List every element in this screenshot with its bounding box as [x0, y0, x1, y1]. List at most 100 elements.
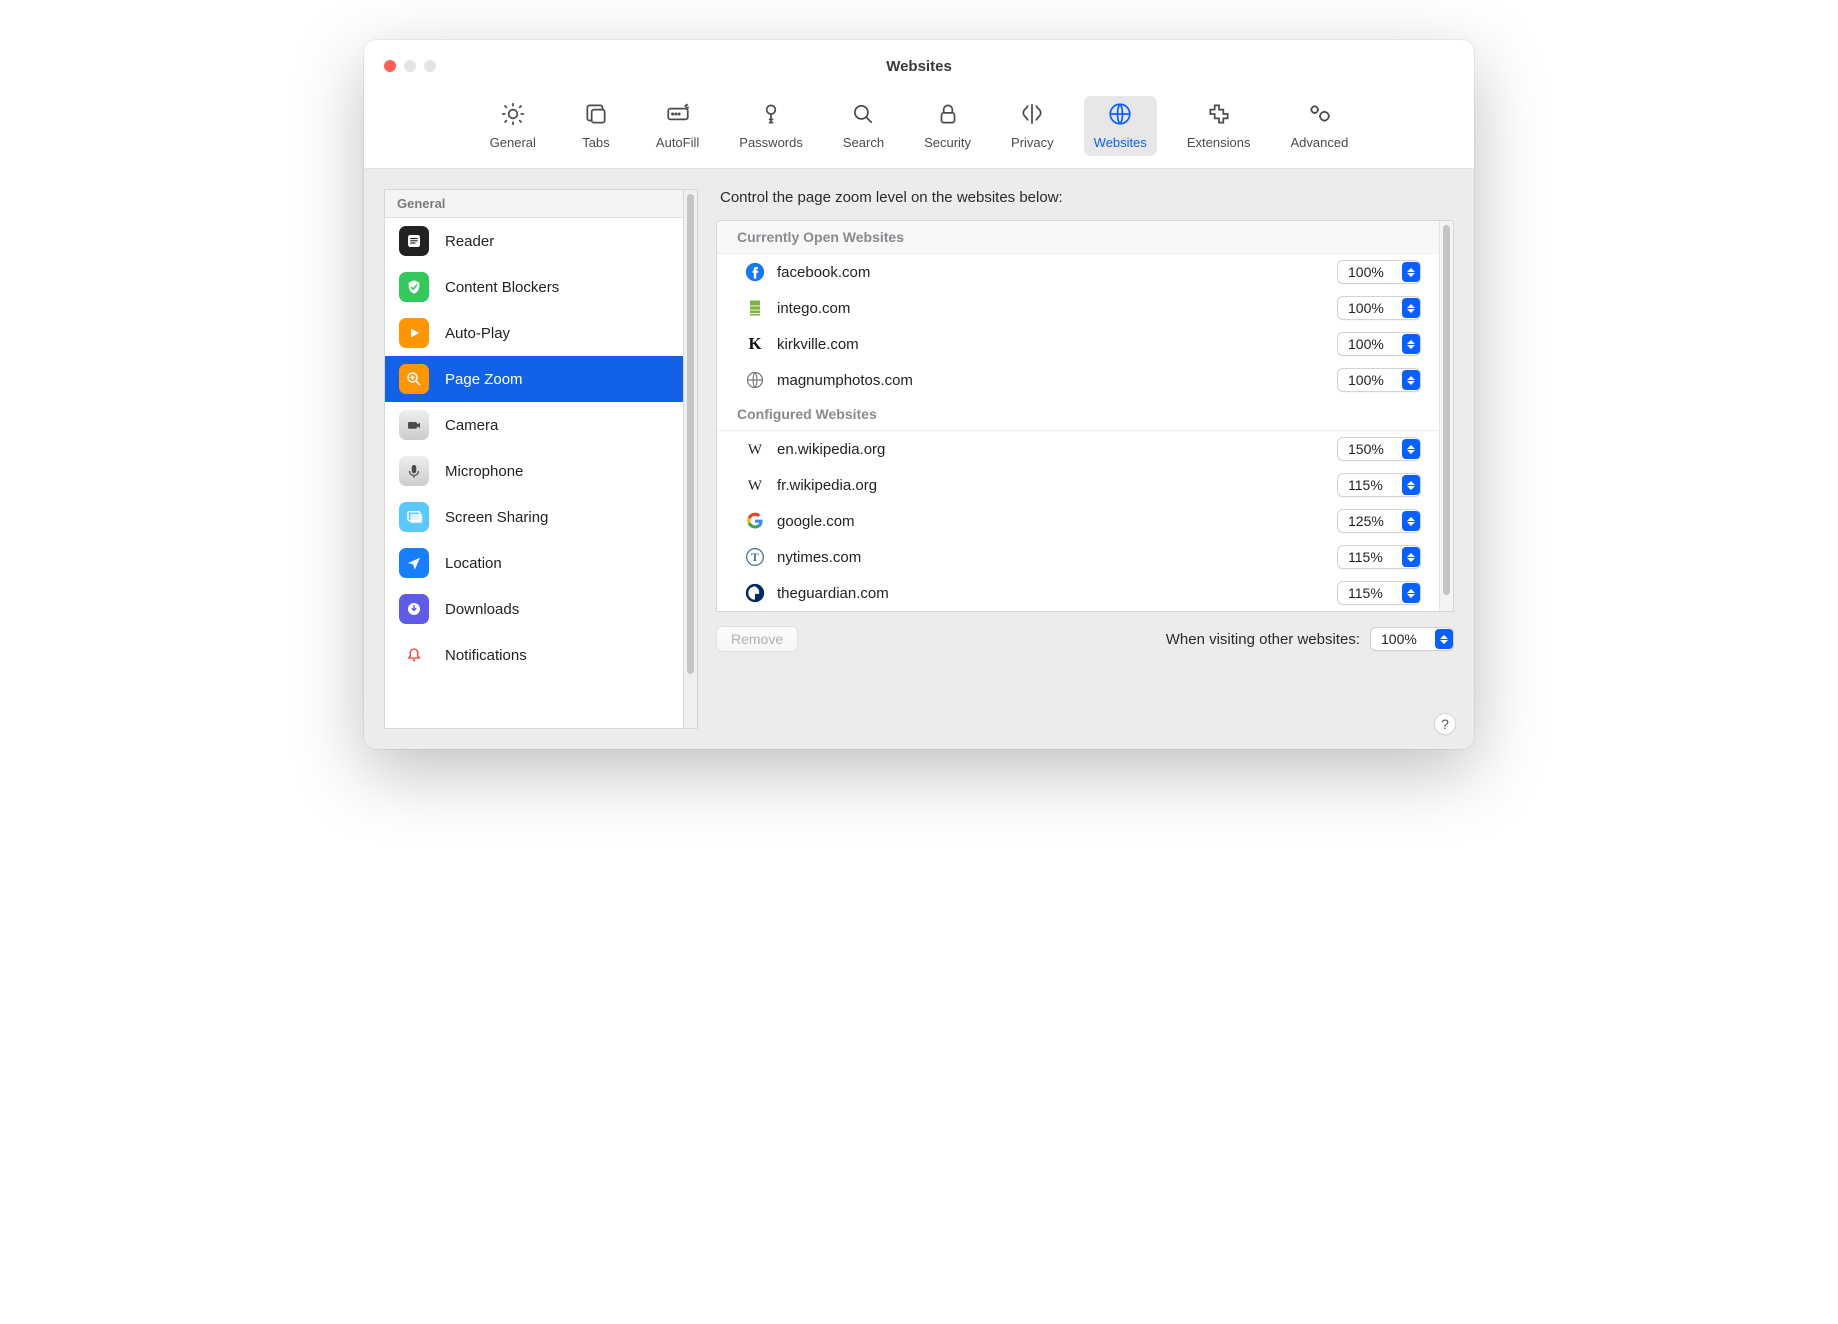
passwords-icon — [758, 101, 784, 132]
extensions-icon — [1206, 101, 1232, 132]
stepper-icon — [1402, 334, 1420, 354]
other-websites-value: 100% — [1381, 631, 1417, 647]
stepper-icon — [1402, 298, 1420, 318]
stepper-icon — [1402, 511, 1420, 531]
svg-text:W: W — [748, 478, 763, 494]
toolbar-tab-privacy[interactable]: Privacy — [1001, 96, 1064, 156]
website-domain: nytimes.com — [777, 549, 1325, 566]
website-row[interactable]: magnumphotos.com 100% — [717, 362, 1439, 398]
sidebar: General Reader Content Blockers Auto-Pla… — [384, 189, 684, 729]
zoom-dropdown[interactable]: 100% — [1337, 260, 1421, 284]
favicon-icon: T — [745, 547, 765, 567]
remove-button[interactable]: Remove — [716, 626, 798, 652]
traffic-lights — [384, 60, 436, 72]
zoom-dropdown[interactable]: 100% — [1337, 332, 1421, 356]
sidebar-item-label: Content Blockers — [445, 279, 559, 296]
other-websites-dropdown[interactable]: 100% — [1370, 627, 1454, 651]
search-icon — [850, 101, 876, 132]
sidebar-item-camera[interactable]: Camera — [385, 402, 683, 448]
sidebar-item-label: Page Zoom — [445, 371, 523, 388]
sidebar-item-label: Notifications — [445, 647, 527, 664]
toolbar-label: General — [490, 135, 536, 150]
toolbar-label: Security — [924, 135, 971, 150]
toolbar-label: Tabs — [582, 135, 609, 150]
zoom-value: 150% — [1348, 441, 1384, 457]
sidebar-item-notifications[interactable]: Notifications — [385, 632, 683, 678]
sidebar-item-reader[interactable]: Reader — [385, 218, 683, 264]
section-header: Configured Websites — [717, 398, 1439, 431]
zoom-dropdown[interactable]: 115% — [1337, 473, 1421, 497]
zoom-dropdown[interactable]: 100% — [1337, 296, 1421, 320]
toolbar-tab-websites[interactable]: Websites — [1084, 96, 1157, 156]
preferences-window: Websites General Tabs AutoFill Passwords… — [364, 40, 1474, 749]
favicon-icon: W — [745, 439, 765, 459]
security-icon — [935, 101, 961, 132]
toolbar-tab-tabs[interactable]: Tabs — [566, 96, 626, 156]
website-row[interactable]: facebook.com 100% — [717, 254, 1439, 290]
close-window-button[interactable] — [384, 60, 396, 72]
section-header: Currently Open Websites — [717, 221, 1439, 254]
website-row[interactable]: T nytimes.com 115% — [717, 539, 1439, 575]
toolbar-tab-general[interactable]: General — [480, 96, 546, 156]
zoom-dropdown[interactable]: 115% — [1337, 545, 1421, 569]
favicon-icon — [745, 370, 765, 390]
zoom-value: 100% — [1348, 336, 1384, 352]
sidebar-item-pagezoom[interactable]: Page Zoom — [385, 356, 683, 402]
zoom-dropdown[interactable]: 125% — [1337, 509, 1421, 533]
website-domain: en.wikipedia.org — [777, 441, 1325, 458]
location-icon — [399, 548, 429, 578]
other-websites-label: When visiting other websites: — [1166, 631, 1360, 648]
sidebar-item-microphone[interactable]: Microphone — [385, 448, 683, 494]
sidebar-scrollbar[interactable] — [684, 189, 698, 729]
autofill-icon — [665, 101, 691, 132]
maximize-window-button[interactable] — [424, 60, 436, 72]
toolbar-tab-autofill[interactable]: AutoFill — [646, 96, 709, 156]
zoom-dropdown[interactable]: 100% — [1337, 368, 1421, 392]
toolbar-label: Advanced — [1290, 135, 1348, 150]
stepper-icon — [1402, 475, 1420, 495]
toolbar-label: Search — [843, 135, 884, 150]
toolbar-label: Extensions — [1187, 135, 1251, 150]
toolbar-tab-advanced[interactable]: Advanced — [1280, 96, 1358, 156]
toolbar-tab-passwords[interactable]: Passwords — [729, 96, 813, 156]
toolbar: General Tabs AutoFill Passwords Search S… — [364, 92, 1474, 169]
website-row[interactable]: W fr.wikipedia.org 115% — [717, 467, 1439, 503]
sidebar-item-location[interactable]: Location — [385, 540, 683, 586]
sidebar-item-label: Reader — [445, 233, 494, 250]
content-area: General Reader Content Blockers Auto-Pla… — [364, 169, 1474, 749]
svg-text:K: K — [749, 334, 762, 353]
sidebar-item-downloads[interactable]: Downloads — [385, 586, 683, 632]
websites-icon — [1107, 101, 1133, 132]
general-icon — [500, 101, 526, 132]
sidebar-item-contentblockers[interactable]: Content Blockers — [385, 264, 683, 310]
toolbar-tab-extensions[interactable]: Extensions — [1177, 96, 1261, 156]
website-domain: intego.com — [777, 300, 1325, 317]
website-row[interactable]: intego.com 100% — [717, 290, 1439, 326]
website-domain: theguardian.com — [777, 585, 1325, 602]
stepper-icon — [1402, 547, 1420, 567]
sidebar-section-header: General — [385, 190, 683, 218]
toolbar-tab-search[interactable]: Search — [833, 96, 894, 156]
website-row[interactable]: W en.wikipedia.org 150% — [717, 431, 1439, 467]
tabs-icon — [583, 101, 609, 132]
minimize-window-button[interactable] — [404, 60, 416, 72]
sidebar-item-label: Location — [445, 555, 502, 572]
favicon-icon: K — [745, 334, 765, 354]
website-row[interactable]: K kirkville.com 100% — [717, 326, 1439, 362]
website-row[interactable]: google.com 125% — [717, 503, 1439, 539]
svg-text:T: T — [751, 551, 759, 564]
help-button[interactable]: ? — [1434, 713, 1456, 735]
sidebar-item-autoplay[interactable]: Auto-Play — [385, 310, 683, 356]
zoom-value: 115% — [1348, 477, 1383, 493]
table-scrollbar[interactable] — [1439, 221, 1453, 611]
zoom-dropdown[interactable]: 115% — [1337, 581, 1421, 605]
stepper-icon — [1402, 439, 1420, 459]
sidebar-item-screensharing[interactable]: Screen Sharing — [385, 494, 683, 540]
website-row[interactable]: theguardian.com 115% — [717, 575, 1439, 611]
stepper-icon — [1402, 370, 1420, 390]
zoom-value: 125% — [1348, 513, 1384, 529]
toolbar-label: AutoFill — [656, 135, 699, 150]
zoom-dropdown[interactable]: 150% — [1337, 437, 1421, 461]
toolbar-tab-security[interactable]: Security — [914, 96, 981, 156]
reader-icon — [399, 226, 429, 256]
